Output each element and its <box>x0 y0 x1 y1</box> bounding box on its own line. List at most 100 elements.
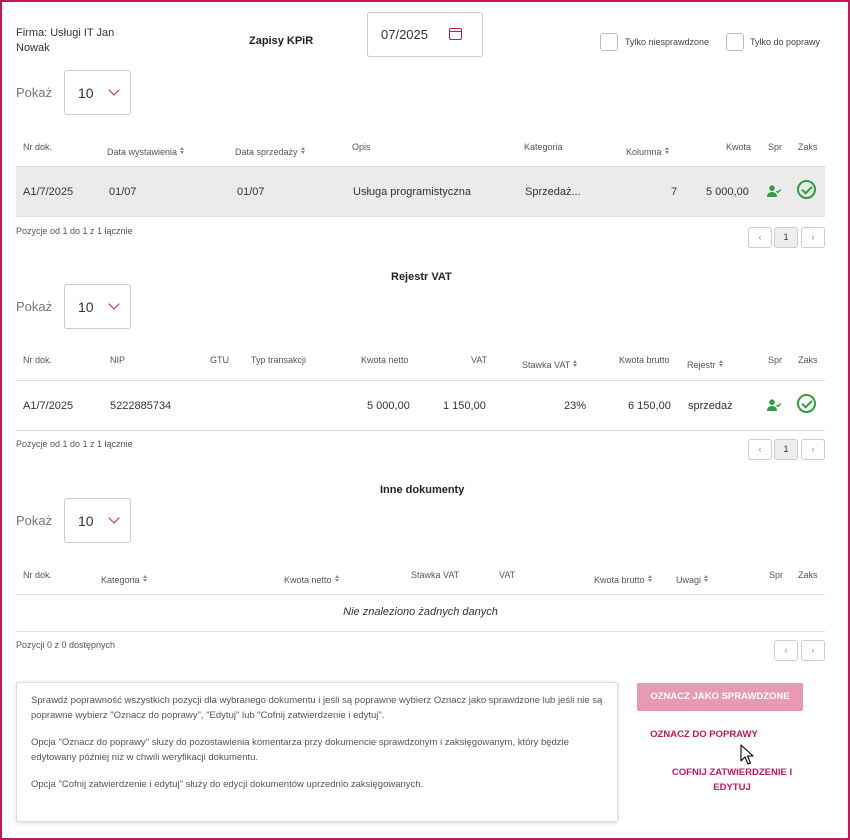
col-header-data-wyst[interactable]: Data wystawienia <box>107 142 185 160</box>
col-header-vat[interactable]: VAT <box>471 355 487 365</box>
no-data-message: Nie znaleziono żadnych danych <box>343 606 498 618</box>
col-header-rejestr[interactable]: Rejestr <box>687 355 724 373</box>
cell-opis: Usługa programistyczna <box>353 186 471 198</box>
col-header-brutto[interactable]: Kwota brutto <box>619 355 670 365</box>
col-header-stawka[interactable]: Stawka VAT <box>411 570 459 580</box>
sort-icon <box>573 360 578 368</box>
kpir-page-size-select[interactable]: 10 <box>64 70 131 115</box>
vat-show-label: Pokaż <box>16 299 53 314</box>
person-check-icon[interactable] <box>767 185 781 197</box>
sort-icon <box>334 575 340 583</box>
vat-page-1-button[interactable]: 1 <box>774 439 798 460</box>
mark-checked-button[interactable]: OZNACZ JAKO SPRAWDZONE <box>637 683 803 711</box>
filter-to-fix-checkbox[interactable] <box>726 33 744 51</box>
month-value: 07/2025 <box>381 27 428 42</box>
sort-icon <box>300 147 306 155</box>
chevron-right-icon[interactable]: › <box>801 227 825 248</box>
col-header-data-sprz[interactable]: Data sprzedaży <box>235 142 306 160</box>
col-header-nip[interactable]: NIP <box>110 355 125 365</box>
sort-icon <box>647 575 653 583</box>
help-text-2: Opcja "Oznacz do poprawy" służy do pozos… <box>31 737 569 763</box>
filter-unchecked-checkbox[interactable] <box>600 33 618 51</box>
col-header-kategoria[interactable]: Kategoria <box>101 570 148 588</box>
page-title: Zapisy KPiR <box>249 35 314 47</box>
check-circle-icon <box>797 180 816 199</box>
calendar-icon[interactable] <box>449 28 462 40</box>
vat-page-size-value: 10 <box>78 299 94 315</box>
col-header-zaks[interactable]: Zaks <box>798 355 818 365</box>
help-text-3: Opcja "Cofnij zatwierdzenie i edytuj" sł… <box>31 779 424 790</box>
cell-nr: A1/7/2025 <box>23 186 74 198</box>
cell-kwota: 5 000,00 <box>706 186 749 198</box>
vat-pagination-info: Pozycje od 1 do 1 z 1 łącznie <box>16 439 133 449</box>
divider <box>16 216 825 217</box>
col-header-netto[interactable]: Kwota netto <box>361 355 409 365</box>
cell-data-wyst: 01/07 <box>109 186 137 198</box>
sort-icon <box>180 147 185 155</box>
other-page-size-value: 10 <box>78 513 94 529</box>
cell-vat: 1 150,00 <box>443 400 486 412</box>
cell-brutto: 6 150,00 <box>628 400 671 412</box>
mark-fix-button[interactable]: OZNACZ DO POPRAWY <box>637 727 771 742</box>
sort-icon <box>142 575 148 583</box>
filter-to-fix-label: Tylko do poprawy <box>750 37 821 47</box>
chevron-down-icon <box>108 298 120 310</box>
col-header-stawka[interactable]: Stawka VAT <box>522 355 578 373</box>
col-header-nr[interactable]: Nr dok. <box>23 142 52 152</box>
kpir-page-1-button[interactable]: 1 <box>774 227 798 248</box>
help-panel: Sprawdź poprawność wszystkich pozycji dl… <box>16 682 618 822</box>
chevron-down-icon <box>108 512 120 524</box>
col-header-typ[interactable]: Typ transakcji <box>251 355 306 365</box>
divider <box>16 430 825 431</box>
help-text-1: Sprawdź poprawność wszystkich pozycji dl… <box>31 695 603 721</box>
cell-data-sprz: 01/07 <box>237 186 265 198</box>
vat-page-size-select[interactable]: 10 <box>64 284 131 329</box>
cell-nr: A1/7/2025 <box>23 400 74 412</box>
col-header-spr[interactable]: Spr <box>768 355 782 365</box>
col-header-zaks[interactable]: Zaks <box>798 570 818 580</box>
cell-stawka: 23% <box>564 400 587 412</box>
cell-nip: 5222885734 <box>110 400 172 412</box>
col-header-opis[interactable]: Opis <box>352 142 371 152</box>
sort-icon <box>664 147 670 155</box>
sort-icon <box>718 360 724 368</box>
col-header-nr[interactable]: Nr dok. <box>23 570 52 580</box>
col-header-kwota[interactable]: Kwota <box>726 142 751 152</box>
col-header-spr[interactable]: Spr <box>769 570 783 580</box>
col-header-zaks[interactable]: Zaks <box>798 142 818 152</box>
chevron-left-icon[interactable]: ‹ <box>748 439 772 460</box>
filter-unchecked-label: Tylko niesprawdzone <box>625 37 710 47</box>
other-show-label: Pokaż <box>16 513 53 528</box>
other-page-size-select[interactable]: 10 <box>64 498 131 543</box>
col-header-kolumna[interactable]: Kolumna <box>626 142 670 160</box>
check-circle-icon <box>797 394 816 413</box>
cell-netto: 5 000,00 <box>367 400 410 412</box>
month-picker[interactable]: 07/2025 <box>367 12 483 57</box>
divider <box>16 631 825 632</box>
chevron-down-icon <box>108 84 120 96</box>
col-header-uwagi[interactable]: Uwagi <box>676 570 709 588</box>
chevron-right-icon[interactable]: › <box>801 439 825 460</box>
other-pagination-info: Pozycji 0 z 0 dostępnych <box>16 640 116 650</box>
revert-edit-button[interactable]: COFNIJ ZATWIERDZENIE I EDYTUJ <box>664 765 800 795</box>
firm-name: Firma: Usługi IT Jan Nowak <box>16 27 115 54</box>
chevron-left-icon[interactable]: ‹ <box>774 640 798 661</box>
mouse-pointer-icon <box>740 744 754 765</box>
col-header-kategoria[interactable]: Kategoria <box>524 142 563 152</box>
col-header-gtu[interactable]: GTU <box>210 355 229 365</box>
other-section-title: Inne dokumenty <box>380 484 465 496</box>
col-header-nr[interactable]: Nr dok. <box>23 355 52 365</box>
chevron-left-icon[interactable]: ‹ <box>748 227 772 248</box>
kpir-page-size-value: 10 <box>78 85 94 101</box>
chevron-right-icon[interactable]: › <box>801 640 825 661</box>
person-check-icon[interactable] <box>767 399 781 411</box>
kpir-pagination-info: Pozycje od 1 do 1 z 1 łącznie <box>16 226 133 236</box>
col-header-spr[interactable]: Spr <box>768 142 782 152</box>
cell-kategoria: Sprzedaż... <box>525 186 581 198</box>
divider <box>16 380 825 381</box>
col-header-brutto[interactable]: Kwota brutto <box>594 570 653 588</box>
col-header-vat[interactable]: VAT <box>499 570 515 580</box>
kpir-show-label: Pokaż <box>16 85 53 100</box>
col-header-netto[interactable]: Kwota netto <box>284 570 340 588</box>
cell-rejestr: sprzedaż <box>688 400 733 412</box>
